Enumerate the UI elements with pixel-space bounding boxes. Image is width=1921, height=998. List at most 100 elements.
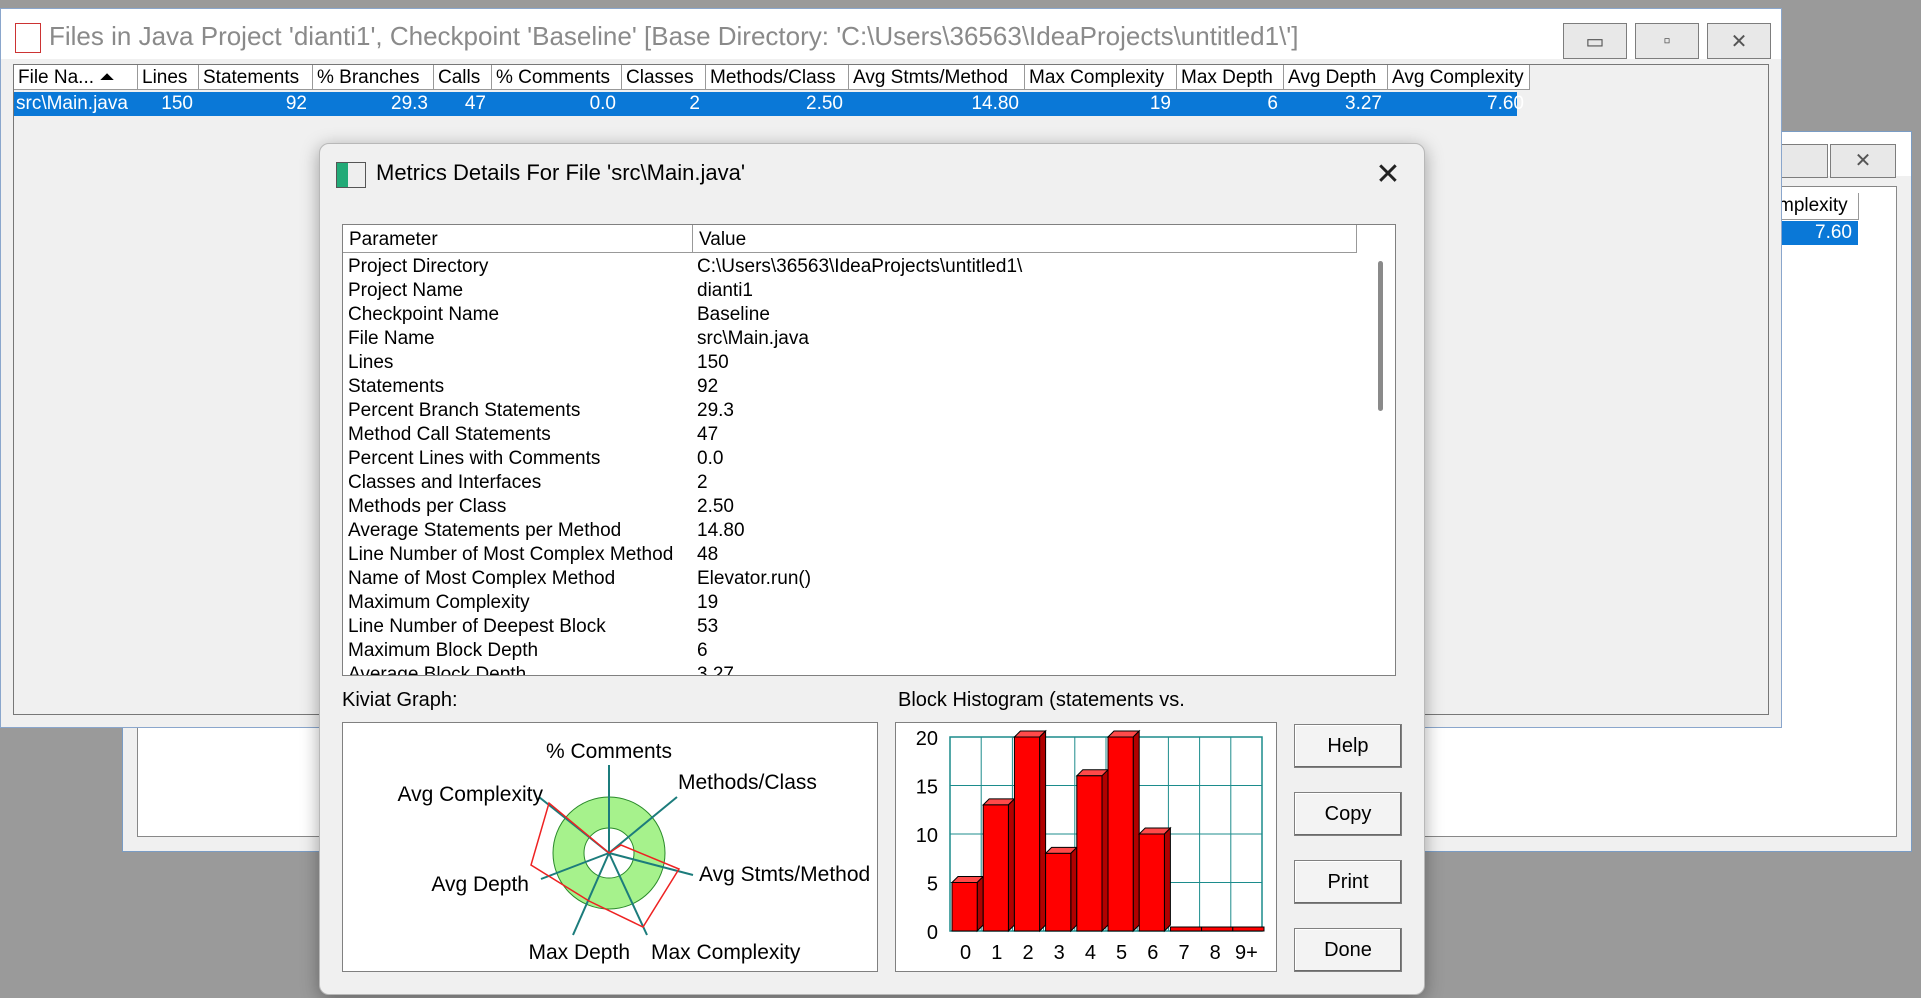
- grid-value: 29.3: [697, 400, 734, 421]
- metrics-grid[interactable]: Parameter Value Project Directory C:\User…: [342, 224, 1396, 676]
- column-header-max-complexity[interactable]: Max Complexity: [1025, 65, 1177, 90]
- grid-param: Average Block Depth: [348, 664, 527, 676]
- cell-branches: 29.3: [391, 93, 428, 114]
- histogram-label: Block Histogram (statements vs.: [898, 689, 1185, 711]
- histogram-bar-side: [1070, 846, 1078, 933]
- app-icon: [15, 23, 41, 53]
- block-histogram: 20 15 10 5 0 0 1 2 3 4 5 6 7 8 9+: [895, 722, 1277, 972]
- help-button[interactable]: Help: [1294, 724, 1402, 768]
- kiviat-axis-label: Methods/Class: [678, 771, 817, 794]
- background-selected-cell[interactable]: 7.60: [1778, 221, 1858, 245]
- cell-methods-class: 2.50: [806, 93, 843, 114]
- cell-comments: 0.0: [589, 93, 616, 114]
- grid-param: Percent Branch Statements: [348, 400, 581, 421]
- histogram-svg: 201510500 1 2 3 4 5 6 7 8 9+: [916, 728, 1265, 964]
- cell-avg-stmts-method: 14.80: [971, 93, 1019, 114]
- column-header-file-name[interactable]: File Na... ⏶: [14, 65, 138, 90]
- histogram-y-tick: 0: [927, 922, 938, 944]
- cell-avg-depth: 3.27: [1345, 93, 1382, 114]
- cell-lines: 150: [161, 93, 193, 114]
- grid-header-value[interactable]: Value: [693, 225, 1357, 253]
- histogram-bar: [1076, 775, 1103, 932]
- background-window-close-button[interactable]: ✕: [1830, 144, 1896, 178]
- background-column-header[interactable]: mplexity: [1778, 193, 1859, 220]
- histogram-x-tick: 7: [1178, 942, 1189, 964]
- dialog-close-button[interactable]: ✕: [1370, 158, 1406, 194]
- grid-param: Project Name: [348, 280, 464, 301]
- cell-statements: 92: [285, 93, 307, 114]
- grid-value: 14.80: [697, 520, 745, 541]
- kiviat-axis-label: Avg Stmts/Method: [699, 863, 870, 886]
- grid-param: Classes and Interfaces: [348, 472, 542, 493]
- grid-value: 48: [697, 544, 719, 565]
- grid-value: Baseline: [697, 304, 770, 325]
- grid-value: 0.0: [697, 448, 724, 469]
- print-button[interactable]: Print: [1294, 860, 1402, 904]
- column-header-max-depth[interactable]: Max Depth: [1177, 65, 1284, 90]
- window-title: Files in Java Project 'dianti1', Checkpo…: [49, 21, 1299, 51]
- histogram-x-tick: 8: [1210, 942, 1221, 964]
- grid-header-parameter[interactable]: Parameter: [343, 225, 693, 253]
- grid-param: Project Directory: [348, 256, 489, 277]
- scrollbar-thumb[interactable]: [1378, 261, 1383, 411]
- histogram-bar: [1169, 926, 1203, 932]
- histogram-bar: [1201, 926, 1234, 932]
- copy-button[interactable]: Copy: [1294, 792, 1402, 836]
- histogram-x-tick: 6: [1147, 942, 1158, 964]
- column-header-methods-class[interactable]: Methods/Class: [706, 65, 849, 90]
- grid-value: dianti1: [697, 280, 753, 301]
- maximize-button[interactable]: ▫: [1635, 23, 1699, 59]
- grid-value: 19: [697, 592, 719, 613]
- done-button[interactable]: Done: [1294, 928, 1402, 972]
- grid-param: Line Number of Deepest Block: [348, 616, 606, 637]
- dialog-title: Metrics Details For File 'src\Main.java': [376, 160, 746, 185]
- grid-value: 6: [697, 640, 708, 661]
- column-header-avg-complexity[interactable]: Avg Complexity: [1388, 65, 1530, 90]
- dialog-icon: [336, 162, 366, 188]
- histogram-y-tick: 5: [927, 874, 938, 896]
- grid-param: Average Statements per Method: [348, 520, 622, 541]
- column-header-avg-stmts-method[interactable]: Avg Stmts/Method: [849, 65, 1025, 90]
- histogram-x-tick: 0: [960, 942, 971, 964]
- histogram-y-tick: 20: [916, 728, 938, 750]
- kiviat-axis-label: Avg Complexity: [397, 783, 543, 806]
- kiviat-axis-label: Max Complexity: [651, 941, 801, 964]
- grid-scrollbar[interactable]: [1359, 253, 1395, 675]
- grid-param: Maximum Complexity: [348, 592, 530, 613]
- column-header-comments[interactable]: % Comments: [492, 65, 622, 90]
- grid-value: 47: [697, 424, 719, 445]
- kiviat-axis-label: Max Depth: [528, 941, 630, 964]
- cell-calls: 47: [464, 93, 486, 114]
- minimize-button[interactable]: ▭: [1563, 23, 1627, 59]
- column-header-calls[interactable]: Calls: [434, 65, 492, 90]
- grid-param: File Name: [348, 328, 435, 349]
- background-window-restore-button[interactable]: [1778, 144, 1828, 178]
- column-header-statements[interactable]: Statements: [199, 65, 313, 90]
- metrics-details-dialog: Metrics Details For File 'src\Main.java'…: [319, 143, 1425, 995]
- cell-file-name: src\Main.java: [16, 93, 128, 114]
- grid-param: Method Call Statements: [348, 424, 551, 445]
- column-header-avg-depth[interactable]: Avg Depth: [1284, 65, 1388, 90]
- kiviat-axis-label: % Comments: [546, 740, 672, 763]
- column-header-branches[interactable]: % Branches: [313, 65, 434, 90]
- kiviat-label: Kiviat Graph:: [342, 689, 458, 711]
- files-window-title-bar: Files in Java Project 'dianti1', Checkpo…: [1, 9, 1781, 59]
- column-header-classes[interactable]: Classes: [622, 65, 706, 90]
- column-header-lines[interactable]: Lines: [138, 65, 199, 90]
- grid-param: Methods per Class: [348, 496, 507, 517]
- grid-value: 92: [697, 376, 719, 397]
- grid-value: 150: [697, 352, 729, 373]
- grid-value: Elevator.run(): [697, 568, 812, 589]
- histogram-bar-side: [1132, 729, 1140, 933]
- grid-value: C:\Users\36563\IdeaProjects\untitled1\: [697, 256, 1023, 277]
- grid-param: Statements: [348, 376, 445, 397]
- histogram-bar: [1138, 833, 1165, 932]
- grid-value: 53: [697, 616, 719, 637]
- grid-param: Name of Most Complex Method: [348, 568, 616, 589]
- histogram-bar: [1107, 736, 1134, 932]
- grid-param: Maximum Block Depth: [348, 640, 539, 661]
- cell-max-depth: 6: [1267, 93, 1278, 114]
- grid-param: Line Number of Most Complex Method: [348, 544, 674, 565]
- histogram-bar-side: [1101, 768, 1109, 933]
- close-button[interactable]: ✕: [1707, 23, 1771, 59]
